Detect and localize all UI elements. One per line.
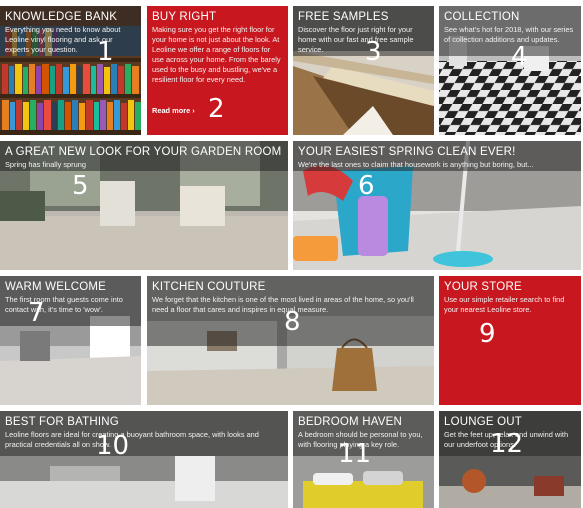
tile-number: 11 (338, 439, 372, 469)
tile-title: YOUR EASIEST SPRING CLEAN EVER! (298, 146, 516, 158)
tile-number: 2 (208, 94, 225, 124)
tile-number: 10 (96, 431, 130, 461)
tile-number: 5 (72, 171, 89, 201)
tile-free-samples[interactable]: FREE SAMPLES Discover the floor just rig… (293, 6, 434, 135)
tile-description: See what's hot for 2018, with our series… (444, 25, 574, 44)
tile-number: 9 (479, 319, 496, 349)
tile-title: LOUNGE OUT (444, 416, 523, 428)
tile-caption: YOUR STORE Use our simple retailer searc… (439, 276, 581, 315)
tile-your-store[interactable]: YOUR STORE Use our simple retailer searc… (439, 276, 581, 405)
tile-title: BEST FOR BATHING (5, 416, 119, 428)
tile-caption: WARM WELCOME The first room that guests … (0, 276, 141, 326)
tile-number: 1 (97, 37, 114, 67)
tile-caption: FREE SAMPLES Discover the floor just rig… (293, 6, 434, 56)
tile-number: 3 (365, 37, 382, 67)
tile-title: FREE SAMPLES (298, 11, 389, 23)
tile-description: Spring has finally sprung (5, 160, 86, 169)
tile-number: 6 (358, 171, 375, 201)
tile-description: The first room that guests come into con… (5, 295, 123, 314)
tile-title: KNOWLEDGE BANK (5, 11, 118, 23)
tile-lounge-out[interactable]: LOUNGE OUT Get the feet up, relax and un… (439, 411, 581, 508)
tile-caption: BEST FOR BATHING Leoline floors are idea… (0, 411, 288, 456)
tile-title: A GREAT NEW LOOK FOR YOUR GARDEN ROOM (5, 146, 282, 158)
tile-title: KITCHEN COUTURE (152, 281, 266, 293)
tile-description: Use our simple retailer search to find y… (444, 295, 565, 314)
read-more-link[interactable]: Read more › (152, 106, 195, 115)
tile-number: 4 (511, 42, 528, 72)
tile-description: We're the last ones to claim that housew… (298, 160, 534, 169)
tile-spring-clean[interactable]: YOUR EASIEST SPRING CLEAN EVER! We're th… (293, 141, 581, 270)
tile-description: Leoline floors are ideal for creating a … (5, 430, 259, 449)
tile-caption: COLLECTION See what's hot for 2018, with… (439, 6, 581, 56)
tile-title: WARM WELCOME (5, 281, 106, 293)
tile-garden-room[interactable]: A GREAT NEW LOOK FOR YOUR GARDEN ROOM Sp… (0, 141, 288, 270)
tile-number: 7 (28, 298, 45, 328)
tile-title: COLLECTION (444, 11, 520, 23)
tile-buy-right[interactable]: BUY RIGHT Making sure you get the right … (147, 6, 288, 135)
tile-description: Everything you need to know about Leolin… (5, 25, 121, 54)
tile-best-for-bathing[interactable]: BEST FOR BATHING Leoline floors are idea… (0, 411, 288, 508)
tile-collection[interactable]: COLLECTION See what's hot for 2018, with… (439, 6, 581, 135)
tile-kitchen-couture[interactable]: KITCHEN COUTURE We forget that the kitch… (147, 276, 434, 405)
tile-number: 8 (284, 307, 301, 337)
tile-description: Making sure you get the right floor for … (152, 25, 281, 84)
tile-title: BUY RIGHT (152, 11, 217, 23)
tile-number: 12 (490, 429, 524, 459)
tile-knowledge-bank[interactable]: KNOWLEDGE BANK Everything you need to kn… (0, 6, 141, 135)
tile-caption: YOUR EASIEST SPRING CLEAN EVER! We're th… (293, 141, 581, 171)
tile-caption: KNOWLEDGE BANK Everything you need to kn… (0, 6, 141, 56)
tile-warm-welcome[interactable]: WARM WELCOME The first room that guests … (0, 276, 141, 405)
tile-caption: A GREAT NEW LOOK FOR YOUR GARDEN ROOM Sp… (0, 141, 288, 171)
tile-bedroom-haven[interactable]: BEDROOM HAVEN A bedroom should be person… (293, 411, 434, 508)
tile-title: BEDROOM HAVEN (298, 416, 402, 428)
tile-description: Discover the floor just right for your h… (298, 25, 414, 54)
tile-title: YOUR STORE (444, 281, 522, 293)
tile-caption: BUY RIGHT Making sure you get the right … (147, 6, 288, 85)
